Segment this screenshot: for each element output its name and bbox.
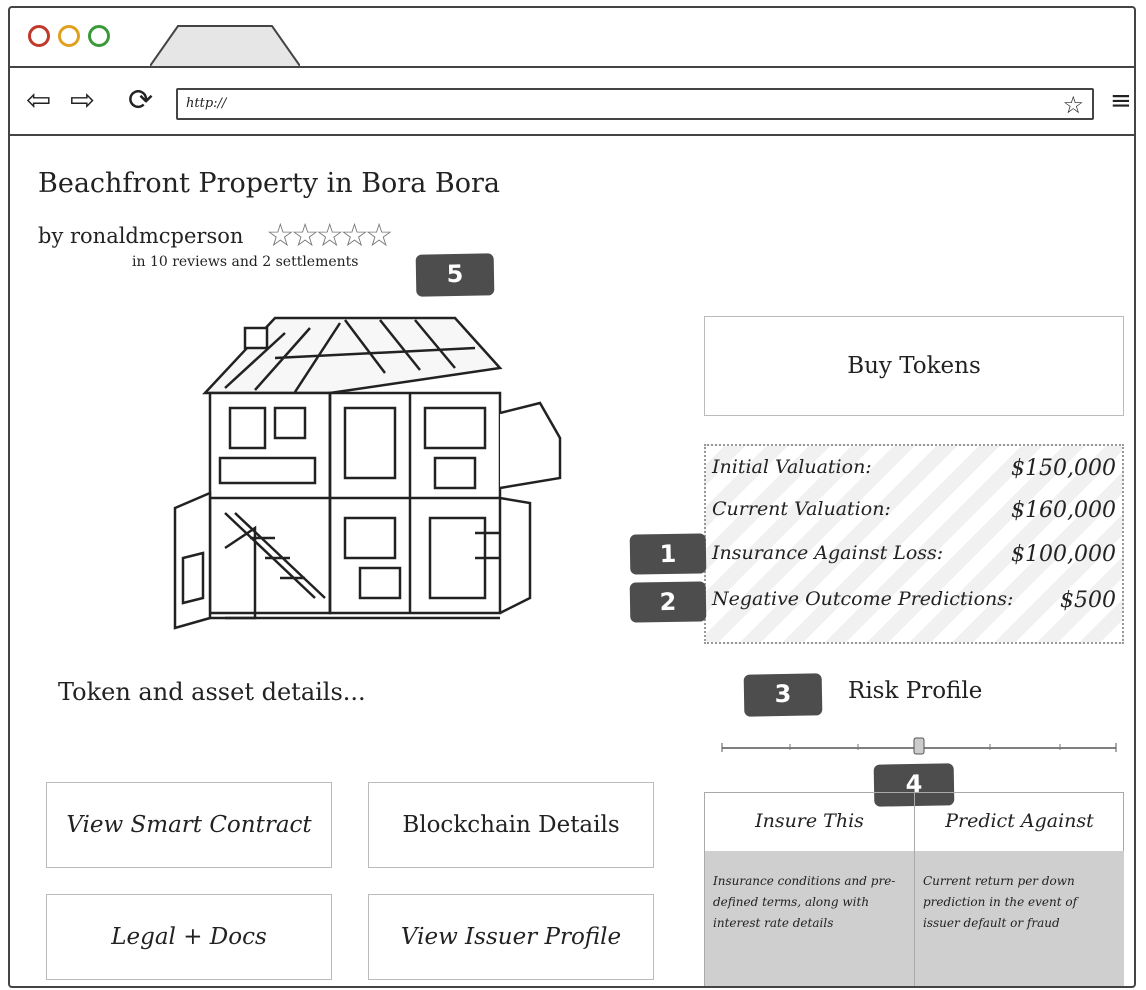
- valuation-amount: $100,000: [1011, 542, 1116, 567]
- listing-title: Beachfront Property in Bora Bora: [38, 168, 500, 199]
- insure-this-tab[interactable]: Insure This: [705, 793, 914, 851]
- predict-against-tab[interactable]: Predict Against: [915, 793, 1124, 851]
- annotation-marker-1: 1: [629, 533, 707, 575]
- star-icon: ☆: [315, 216, 344, 254]
- blockchain-details-button[interactable]: Blockchain Details: [368, 782, 654, 868]
- maximize-window-button[interactable]: [88, 25, 110, 47]
- star-icon: ☆: [364, 216, 394, 254]
- forward-arrow-icon[interactable]: ⇨: [70, 86, 95, 116]
- view-smart-contract-button[interactable]: View Smart Contract: [46, 782, 332, 868]
- valuation-label: Insurance Against Loss:: [712, 542, 944, 564]
- listing-author[interactable]: by ronaldmcperson: [38, 224, 243, 248]
- annotation-marker-5: 5: [415, 253, 495, 297]
- hamburger-menu-icon[interactable]: ≡: [1110, 86, 1132, 116]
- valuation-amount: $500: [1060, 588, 1116, 613]
- valuation-row-current: Current Valuation: $160,000: [712, 498, 1116, 530]
- browser-tab[interactable]: [150, 24, 300, 66]
- url-text: http://: [186, 96, 227, 111]
- url-bar[interactable]: http:// ☆: [176, 88, 1094, 120]
- risk-profile-slider[interactable]: [720, 734, 1120, 760]
- title-bar: [10, 8, 1134, 68]
- insure-column[interactable]: Insure This Insurance conditions and pre…: [705, 793, 915, 986]
- annotation-marker-3: 3: [743, 673, 823, 717]
- view-issuer-profile-button[interactable]: View Issuer Profile: [368, 894, 654, 980]
- valuation-amount: $150,000: [1011, 456, 1116, 481]
- page-content: Beachfront Property in Bora Bora by rona…: [10, 138, 1134, 986]
- valuation-row-insurance: Insurance Against Loss: $100,000: [712, 542, 1116, 574]
- valuation-amount: $160,000: [1011, 498, 1116, 523]
- valuation-label: Current Valuation:: [712, 498, 891, 520]
- star-icon: ☆: [266, 216, 295, 254]
- predict-column[interactable]: Predict Against Current return per down …: [915, 793, 1124, 986]
- navigation-bar: ⇦ ⇨ ⟳ http:// ☆ ≡: [10, 68, 1134, 136]
- valuation-label: Initial Valuation:: [712, 456, 872, 478]
- minimize-window-button[interactable]: [58, 25, 80, 47]
- slider-thumb[interactable]: [913, 737, 925, 755]
- buy-tokens-button[interactable]: Buy Tokens: [704, 316, 1124, 416]
- star-icon: ☆: [340, 216, 369, 254]
- reload-icon[interactable]: ⟳: [128, 86, 153, 116]
- property-image: [173, 316, 562, 630]
- risk-profile-label: Risk Profile: [848, 678, 983, 704]
- insure-predict-panel: Insure This Insurance conditions and pre…: [704, 792, 1124, 986]
- bookmark-star-icon[interactable]: ☆: [1062, 91, 1084, 119]
- token-details-heading[interactable]: Token and asset details...: [58, 678, 366, 706]
- browser-window: ⇦ ⇨ ⟳ http:// ☆ ≡ Beachfront Property in…: [8, 6, 1136, 988]
- legal-docs-button[interactable]: Legal + Docs: [46, 894, 332, 980]
- valuation-label: Negative Outcome Predictions:: [712, 588, 1014, 610]
- reviews-summary[interactable]: in 10 reviews and 2 settlements: [132, 254, 358, 270]
- predict-description: Current return per down prediction in th…: [915, 851, 1124, 986]
- star-icon: ☆: [290, 216, 320, 254]
- insure-description: Insurance conditions and pre-defined ter…: [705, 851, 914, 986]
- valuation-row-initial: Initial Valuation: $150,000: [712, 456, 1116, 488]
- annotation-marker-2: 2: [629, 581, 707, 623]
- valuation-panel: Initial Valuation: $150,000 Current Valu…: [704, 444, 1124, 644]
- close-window-button[interactable]: [28, 25, 50, 47]
- rating-stars[interactable]: ☆☆☆☆☆: [266, 216, 394, 254]
- back-arrow-icon[interactable]: ⇦: [26, 86, 51, 116]
- valuation-row-predictions: Negative Outcome Predictions: $500: [712, 588, 1116, 620]
